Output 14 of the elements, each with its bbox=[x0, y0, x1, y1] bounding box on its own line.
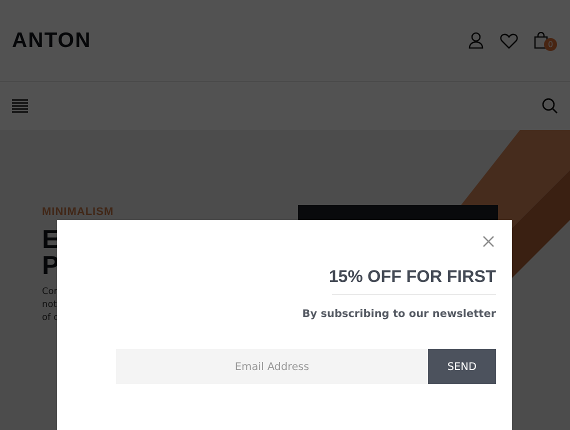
heart-icon[interactable] bbox=[500, 32, 518, 48]
hero-text-line: Cor bbox=[42, 286, 58, 299]
close-icon[interactable] bbox=[483, 236, 494, 247]
send-button[interactable]: SEND bbox=[428, 349, 496, 384]
hero-text-line: not bbox=[42, 299, 57, 312]
bag-icon[interactable] bbox=[534, 32, 548, 49]
email-field[interactable]: Email Address bbox=[116, 349, 428, 384]
hero-heading-line: E bbox=[42, 226, 60, 252]
user-icon[interactable] bbox=[468, 32, 484, 49]
search-icon[interactable] bbox=[542, 98, 558, 114]
menu-icon[interactable] bbox=[12, 99, 28, 113]
popup-subtitle: By subscribing to our newsletter bbox=[302, 308, 496, 320]
cart-count-badge: 0 bbox=[544, 38, 557, 51]
popup-title: 15% OFF FOR FIRST bbox=[328, 267, 496, 287]
